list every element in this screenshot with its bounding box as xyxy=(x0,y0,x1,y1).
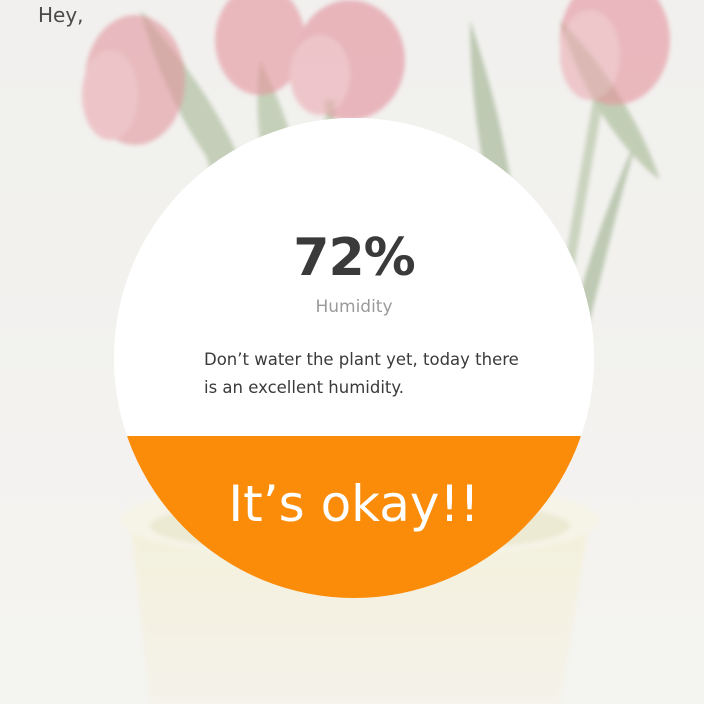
watering-message: Don’t water the plant yet, today there i… xyxy=(204,350,519,397)
humidity-value: 72% xyxy=(293,228,415,288)
humidity-label: Humidity xyxy=(315,297,393,317)
status-text: It’s okay!! xyxy=(228,475,480,533)
humidity-card: 72% Humidity Don’t water the plant yet, … xyxy=(114,118,594,598)
greeting-text: Hey, xyxy=(38,3,84,27)
